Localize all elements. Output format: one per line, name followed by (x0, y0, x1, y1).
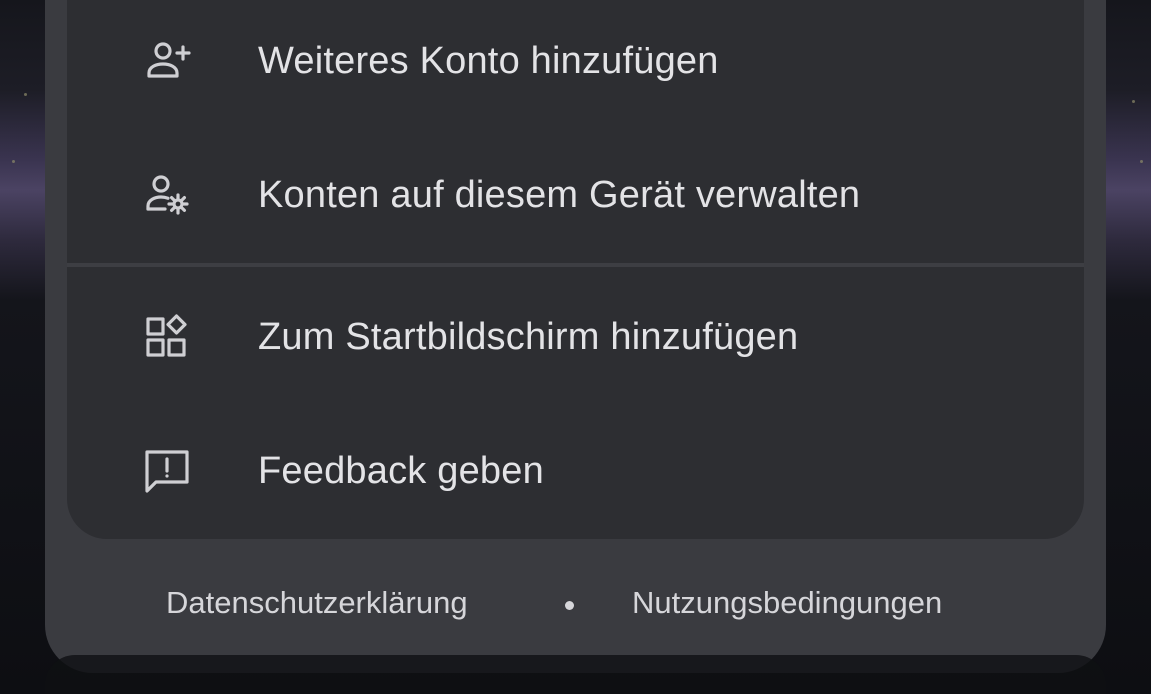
menu-item-add-to-home-screen[interactable]: Zum Startbildschirm hinzufügen (67, 270, 1084, 404)
background-star (1140, 160, 1143, 163)
account-menu-card: Weiteres Konto hinzufügen Konten auf die… (67, 0, 1084, 539)
feedback-icon (140, 443, 196, 499)
menu-item-label: Konten auf diesem Gerät verwalten (258, 173, 861, 216)
privacy-policy-link[interactable]: Datenschutzerklärung (166, 585, 468, 621)
manage-accounts-icon (140, 167, 196, 223)
background-star (24, 93, 27, 96)
sheet-footer: Datenschutzerklärung Nutzungsbedingungen (0, 585, 1151, 629)
background-card-edge (45, 655, 1106, 694)
menu-divider (67, 263, 1084, 267)
menu-item-label: Weiteres Konto hinzufügen (258, 39, 719, 82)
footer-separator-dot (565, 601, 574, 610)
person-add-icon (140, 33, 196, 89)
background-star (12, 160, 15, 163)
menu-item-label: Zum Startbildschirm hinzufügen (258, 315, 799, 358)
menu-item-add-account[interactable]: Weiteres Konto hinzufügen (67, 0, 1084, 128)
background-star (1132, 100, 1135, 103)
terms-of-service-link[interactable]: Nutzungsbedingungen (632, 585, 942, 621)
menu-item-feedback[interactable]: Feedback geben (67, 404, 1084, 538)
menu-item-manage-accounts[interactable]: Konten auf diesem Gerät verwalten (67, 128, 1084, 262)
add-to-home-screen-icon (140, 309, 196, 365)
menu-item-label: Feedback geben (258, 449, 544, 492)
